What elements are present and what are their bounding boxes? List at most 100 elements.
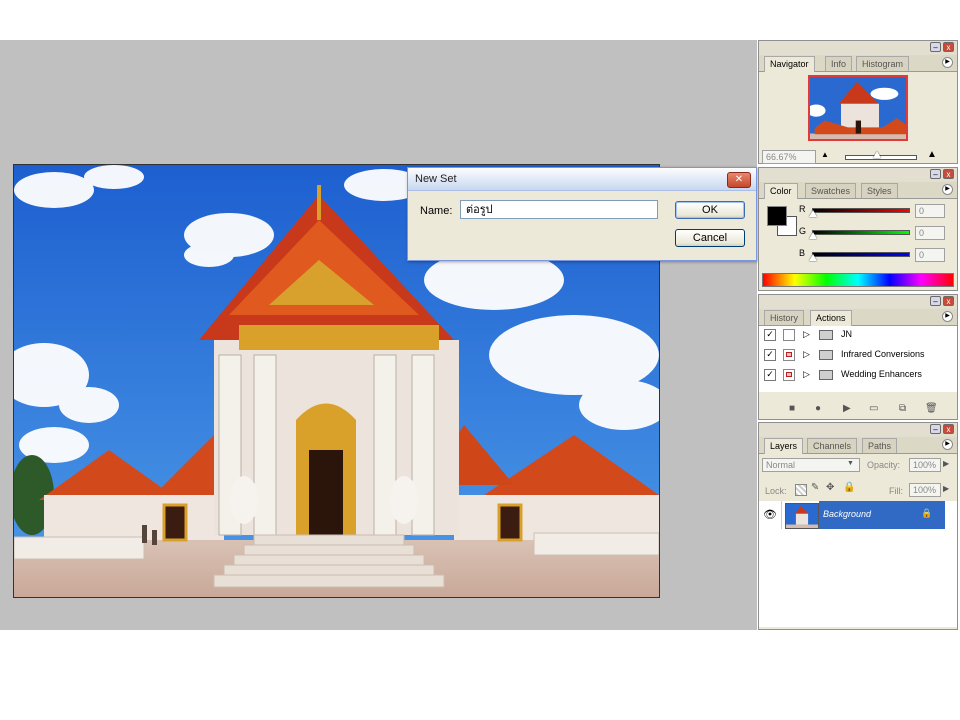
zoom-out-icon[interactable]: ▲ (821, 150, 829, 159)
green-slider-thumb[interactable] (809, 232, 817, 239)
channel-label-b: B (799, 248, 806, 258)
stop-icon[interactable]: ■ (789, 403, 795, 414)
action-set-row[interactable]: ✓ ▷ JN (759, 326, 949, 345)
layers-palette: – x Layers Channels Paths ▶ Normal ▼ Opa… (758, 422, 958, 630)
expand-triangle-icon[interactable]: ▷ (803, 369, 810, 380)
palette-header: – x (759, 423, 957, 437)
dialog-toggle-icon[interactable] (783, 349, 795, 361)
navigator-palette: – x Navigator Info Histogram ▶ 66.67% ▲ … (758, 40, 958, 164)
tab-navigator[interactable]: Navigator (764, 56, 815, 72)
red-slider[interactable] (812, 208, 910, 213)
dialog-toggle-icon[interactable] (783, 329, 795, 341)
tab-actions[interactable]: Actions (810, 310, 852, 326)
dialog-close-button[interactable]: ✕ (727, 172, 751, 188)
blue-value-field[interactable]: 0 (915, 248, 945, 262)
tab-swatches[interactable]: Swatches (805, 183, 857, 198)
palette-menu-icon[interactable]: ▶ (942, 184, 953, 195)
blend-mode-select[interactable]: Normal (762, 458, 860, 472)
dialog-toggle-icon[interactable] (783, 369, 795, 381)
palette-menu-icon[interactable]: ▶ (942, 439, 953, 450)
zoom-slider[interactable] (845, 155, 917, 160)
lock-all-icon[interactable]: 🔒 (843, 482, 855, 493)
folder-icon (819, 350, 833, 360)
tab-color[interactable]: Color (764, 183, 798, 199)
color-tabs: Color Swatches Styles ▶ (759, 182, 957, 199)
action-set-label: Wedding Enhancers (841, 369, 922, 379)
zoom-in-icon[interactable]: ▲ (927, 149, 937, 160)
minimize-icon[interactable]: – (930, 42, 941, 52)
navigator-thumbnail[interactable] (808, 75, 908, 141)
layer-row[interactable]: 👁 Background 🔒 (759, 501, 957, 529)
blend-mode-dropdown-icon[interactable]: ▼ (847, 460, 854, 467)
toggle-checkbox[interactable]: ✓ (764, 369, 776, 381)
cancel-button[interactable]: Cancel (675, 229, 745, 247)
folder-icon (819, 330, 833, 340)
tab-histogram[interactable]: Histogram (856, 56, 910, 71)
lock-label: Lock: (765, 486, 787, 496)
delete-icon[interactable]: 🗑 (925, 403, 938, 414)
ok-button[interactable]: OK (675, 201, 745, 219)
channel-label-g: G (799, 226, 807, 236)
opacity-label: Opacity: (867, 460, 901, 470)
minimize-icon[interactable]: – (930, 424, 941, 434)
new-set-icon[interactable]: ▭ (869, 403, 878, 414)
name-label: Name: (420, 205, 453, 217)
tab-styles[interactable]: Styles (861, 183, 898, 198)
zoom-slider-thumb[interactable] (873, 151, 881, 158)
opacity-field[interactable]: 100% (909, 458, 941, 472)
blue-slider[interactable] (812, 252, 910, 257)
name-input[interactable]: ต่อรูป (460, 200, 658, 219)
tab-info[interactable]: Info (825, 56, 853, 71)
zoom-field[interactable]: 66.67% (762, 150, 816, 164)
tab-paths[interactable]: Paths (862, 438, 898, 453)
tab-channels[interactable]: Channels (807, 438, 858, 453)
lock-transparency-icon[interactable] (795, 484, 807, 496)
fill-dropdown-icon[interactable]: ▶ (943, 484, 949, 493)
layer-thumbnail (785, 503, 819, 529)
channel-label-r: R (799, 204, 806, 214)
close-icon[interactable]: x (943, 424, 954, 434)
layer-name[interactable]: Background (823, 509, 871, 519)
layers-tabs: Layers Channels Paths ▶ (759, 437, 957, 454)
lock-image-icon[interactable]: ✎ (811, 482, 819, 493)
red-value-field[interactable]: 0 (915, 204, 945, 218)
fill-label: Fill: (889, 486, 903, 496)
fill-field[interactable]: 100% (909, 483, 941, 497)
play-icon[interactable]: ▶ (843, 403, 851, 414)
action-set-label: Infrared Conversions (841, 349, 925, 359)
actions-toolbar: ■ ● ▶ ▭ ⧉ 🗑 (759, 403, 957, 417)
new-set-dialog: New Set ✕ Name: ต่อรูป OK Cancel (407, 167, 757, 261)
action-set-row[interactable]: ✓ ▷ Wedding Enhancers (759, 366, 949, 385)
blue-slider-thumb[interactable] (809, 254, 817, 261)
tab-layers[interactable]: Layers (764, 438, 804, 454)
record-icon[interactable]: ● (815, 403, 821, 414)
close-icon[interactable]: x (943, 42, 954, 52)
close-icon[interactable]: x (943, 296, 954, 306)
minimize-icon[interactable]: – (930, 296, 941, 306)
green-value-field[interactable]: 0 (915, 226, 945, 240)
red-slider-thumb[interactable] (809, 210, 817, 217)
color-palette: – x Color Swatches Styles ▶ R 0 G 0 B 0 (758, 167, 958, 291)
dialog-title: New Set (408, 168, 756, 191)
minimize-icon[interactable]: – (930, 169, 941, 179)
tab-history[interactable]: History (764, 310, 805, 325)
close-icon[interactable]: x (943, 169, 954, 179)
navigator-tabs: Navigator Info Histogram ▶ (759, 55, 957, 72)
expand-triangle-icon[interactable]: ▷ (803, 329, 810, 340)
action-set-row[interactable]: ✓ ▷ Infrared Conversions (759, 346, 949, 365)
toggle-checkbox[interactable]: ✓ (764, 329, 776, 341)
palette-header: – x (759, 295, 957, 309)
palette-menu-icon[interactable]: ▶ (942, 311, 953, 322)
color-ramp[interactable] (762, 273, 954, 287)
expand-triangle-icon[interactable]: ▷ (803, 349, 810, 360)
new-action-icon[interactable]: ⧉ (899, 403, 906, 414)
toggle-checkbox[interactable]: ✓ (764, 349, 776, 361)
actions-list: ✓ ▷ JN ✓ ▷ Infrared Conversions ✓ ▷ Wedd… (759, 326, 957, 392)
green-slider[interactable] (812, 230, 910, 235)
palette-menu-icon[interactable]: ▶ (942, 57, 953, 68)
opacity-dropdown-icon[interactable]: ▶ (943, 459, 949, 468)
eye-icon[interactable]: 👁 (759, 501, 782, 529)
foreground-color-swatch[interactable] (767, 206, 787, 226)
lock-position-icon[interactable]: ✥ (826, 482, 834, 493)
layer-lock-icon: 🔒 (921, 508, 933, 518)
